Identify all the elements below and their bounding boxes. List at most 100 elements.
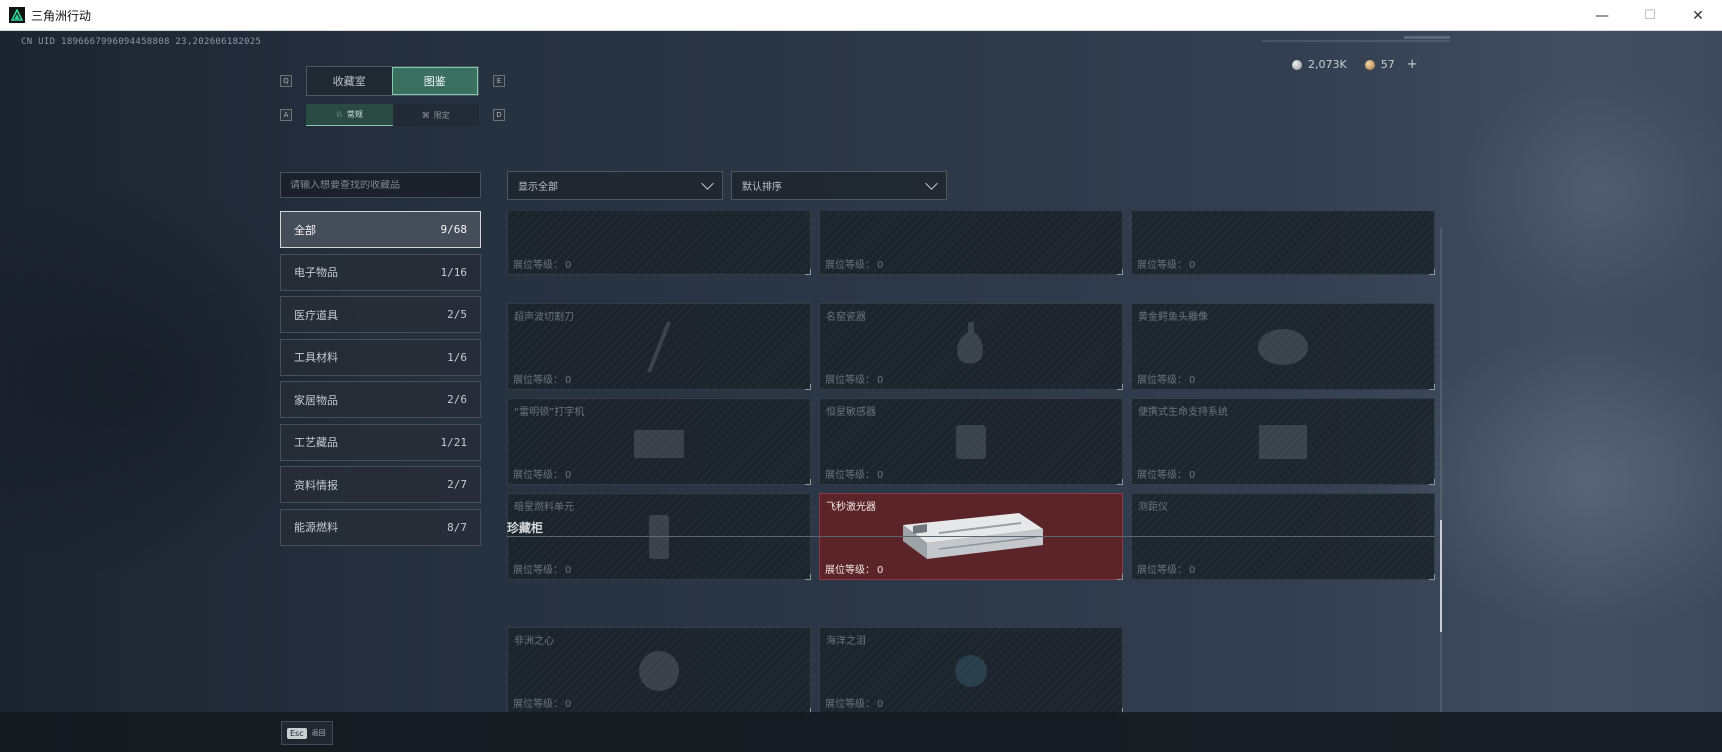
window-title: 三角洲行动	[31, 8, 92, 23]
title-bar: 三角洲行动 — ☐ ✕	[0, 0, 1722, 31]
add-currency-button[interactable]: +	[1407, 57, 1418, 72]
item-name: 超声波切割刀	[514, 312, 574, 323]
category-all[interactable]: 全部 9/68	[280, 211, 481, 248]
category-label: 电子物品	[294, 266, 338, 279]
item-level: 展位等级： 0	[825, 375, 884, 386]
category-label: 医疗道具	[294, 308, 338, 322]
category-crafts[interactable]: 工艺藏品 1/21	[280, 423, 481, 461]
chevron-down-icon	[701, 176, 714, 190]
category-energy[interactable]: 能源燃料 8/7	[280, 508, 481, 546]
item-name: “雷明顿”打字机	[514, 407, 585, 418]
card-corner	[1429, 384, 1435, 390]
tab-collection-room[interactable]: 收藏室	[307, 67, 392, 95]
collection-card[interactable]: 黄金鳄鱼头雕像 展位等级： 0	[1131, 303, 1435, 390]
item-level: 展位等级： 0	[513, 260, 572, 271]
item-level: 展位等级： 0	[513, 565, 572, 576]
search-box	[280, 172, 481, 198]
section-divider	[507, 536, 1435, 537]
card-corner	[805, 479, 811, 485]
collection-card[interactable]: “雷明顿”打字机 展位等级： 0	[507, 398, 811, 485]
category-count: 1/16	[440, 265, 468, 279]
gem-icon	[639, 650, 679, 691]
laser-device-icon	[903, 513, 1043, 560]
category-count: 2/7	[447, 478, 467, 491]
item-level: 展位等级： 0	[1137, 260, 1196, 271]
category-label: 工艺藏品	[294, 436, 338, 449]
gold-icon	[1364, 59, 1375, 70]
collection-card[interactable]: 展位等级： 0	[507, 211, 811, 275]
main-tabs: 收藏室 图鉴	[306, 66, 479, 96]
back-label: 返回	[311, 729, 326, 737]
decor-line	[1262, 40, 1450, 42]
decor-line	[1404, 36, 1450, 39]
sort-value: 默认排序	[742, 182, 782, 193]
card-corner	[1117, 479, 1123, 485]
sort-dropdown[interactable]: 默认排序	[731, 171, 947, 200]
category-count: 1/21	[440, 435, 468, 449]
subtab-limited[interactable]: ⌘ 限定	[393, 104, 480, 126]
category-medical[interactable]: 医疗道具 2/5	[280, 296, 481, 333]
app-logo-icon	[9, 7, 25, 23]
subtab-regular[interactable]: ♘ 常规	[306, 104, 393, 126]
item-level: 展位等级： 0	[513, 699, 572, 710]
item-name: 非洲之心	[514, 636, 554, 647]
typewriter-icon	[634, 429, 684, 458]
category-intel[interactable]: 资料情报 2/7	[280, 466, 481, 503]
card-corner	[1429, 479, 1435, 485]
collection-card[interactable]: 恒星敏感器 展位等级： 0	[819, 398, 1123, 485]
category-count: 8/7	[447, 520, 467, 534]
card-corner	[1117, 574, 1123, 580]
category-count: 9/68	[440, 223, 468, 236]
tab-prev-key: Q	[280, 75, 292, 87]
bottom-bar	[0, 712, 1722, 752]
treasure-card[interactable]: 海洋之泪 展位等级： 0	[819, 627, 1123, 714]
category-label: 资料情报	[294, 478, 338, 492]
chevron-down-icon	[925, 176, 938, 190]
card-corner	[1429, 269, 1435, 275]
treasure-section-title: 珍藏柜	[507, 521, 544, 535]
user-uid: CN UID 1896667996094458808 23,2026061820…	[21, 37, 262, 47]
jewel-icon	[955, 654, 987, 687]
collection-card[interactable]: 便携式生命支持系统 展位等级： 0	[1131, 398, 1435, 485]
subtab-prev-key: A	[280, 109, 292, 121]
item-name: 名窑瓷器	[826, 312, 866, 323]
item-level: 展位等级： 0	[513, 375, 572, 386]
category-tools[interactable]: 工具材料 1/6	[280, 338, 481, 376]
item-name: 黄金鳄鱼头雕像	[1138, 312, 1208, 323]
limited-icon: ⌘	[421, 110, 430, 120]
scrollbar-thumb[interactable]	[1440, 520, 1442, 632]
subtab-limited-label: 限定	[433, 110, 450, 120]
subtab-regular-label: 常规	[346, 110, 363, 119]
item-name: 暗星燃料单元	[514, 502, 574, 513]
display-filter-dropdown[interactable]: 显示全部	[507, 171, 723, 200]
category-count: 1/6	[447, 350, 467, 364]
card-corner	[1117, 269, 1123, 275]
statue-icon	[1258, 328, 1308, 365]
minimize-button[interactable]: —	[1578, 0, 1626, 31]
collection-card[interactable]: 展位等级： 0	[1131, 211, 1435, 275]
back-button[interactable]: Esc 返回	[281, 721, 333, 745]
category-household[interactable]: 家居物品 2/6	[280, 381, 481, 418]
item-name: 海洋之泪	[826, 636, 866, 647]
treasure-card[interactable]: 非洲之心 展位等级： 0	[507, 627, 811, 714]
coin-amount: 2,073K	[1308, 58, 1347, 71]
tab-next-key: E	[493, 75, 505, 87]
collection-card[interactable]: 名窑瓷器 展位等级： 0	[819, 303, 1123, 390]
search-input[interactable]	[290, 179, 480, 191]
maximize-button[interactable]: ☐	[1626, 0, 1674, 31]
scrollbar-track[interactable]	[1440, 228, 1442, 713]
category-count: 2/5	[447, 308, 467, 321]
tab-catalog[interactable]: 图鉴	[391, 67, 478, 95]
card-corner	[805, 574, 811, 580]
item-level: 展位等级： 0	[825, 565, 884, 576]
item-level: 展位等级： 0	[1137, 565, 1196, 576]
item-level: 展位等级： 0	[825, 699, 884, 710]
close-button[interactable]: ✕	[1674, 0, 1722, 31]
hand-icon: ♘	[335, 110, 343, 119]
collection-card[interactable]: 超声波切割刀 展位等级： 0	[507, 303, 811, 390]
knife-icon	[647, 320, 671, 373]
esc-key: Esc	[287, 727, 307, 739]
app-window: 三角洲行动 — ☐ ✕ CN UID 1896667996094458808 2…	[0, 0, 1722, 752]
category-electronics[interactable]: 电子物品 1/16	[280, 253, 481, 291]
collection-card[interactable]: 展位等级： 0	[819, 211, 1123, 275]
